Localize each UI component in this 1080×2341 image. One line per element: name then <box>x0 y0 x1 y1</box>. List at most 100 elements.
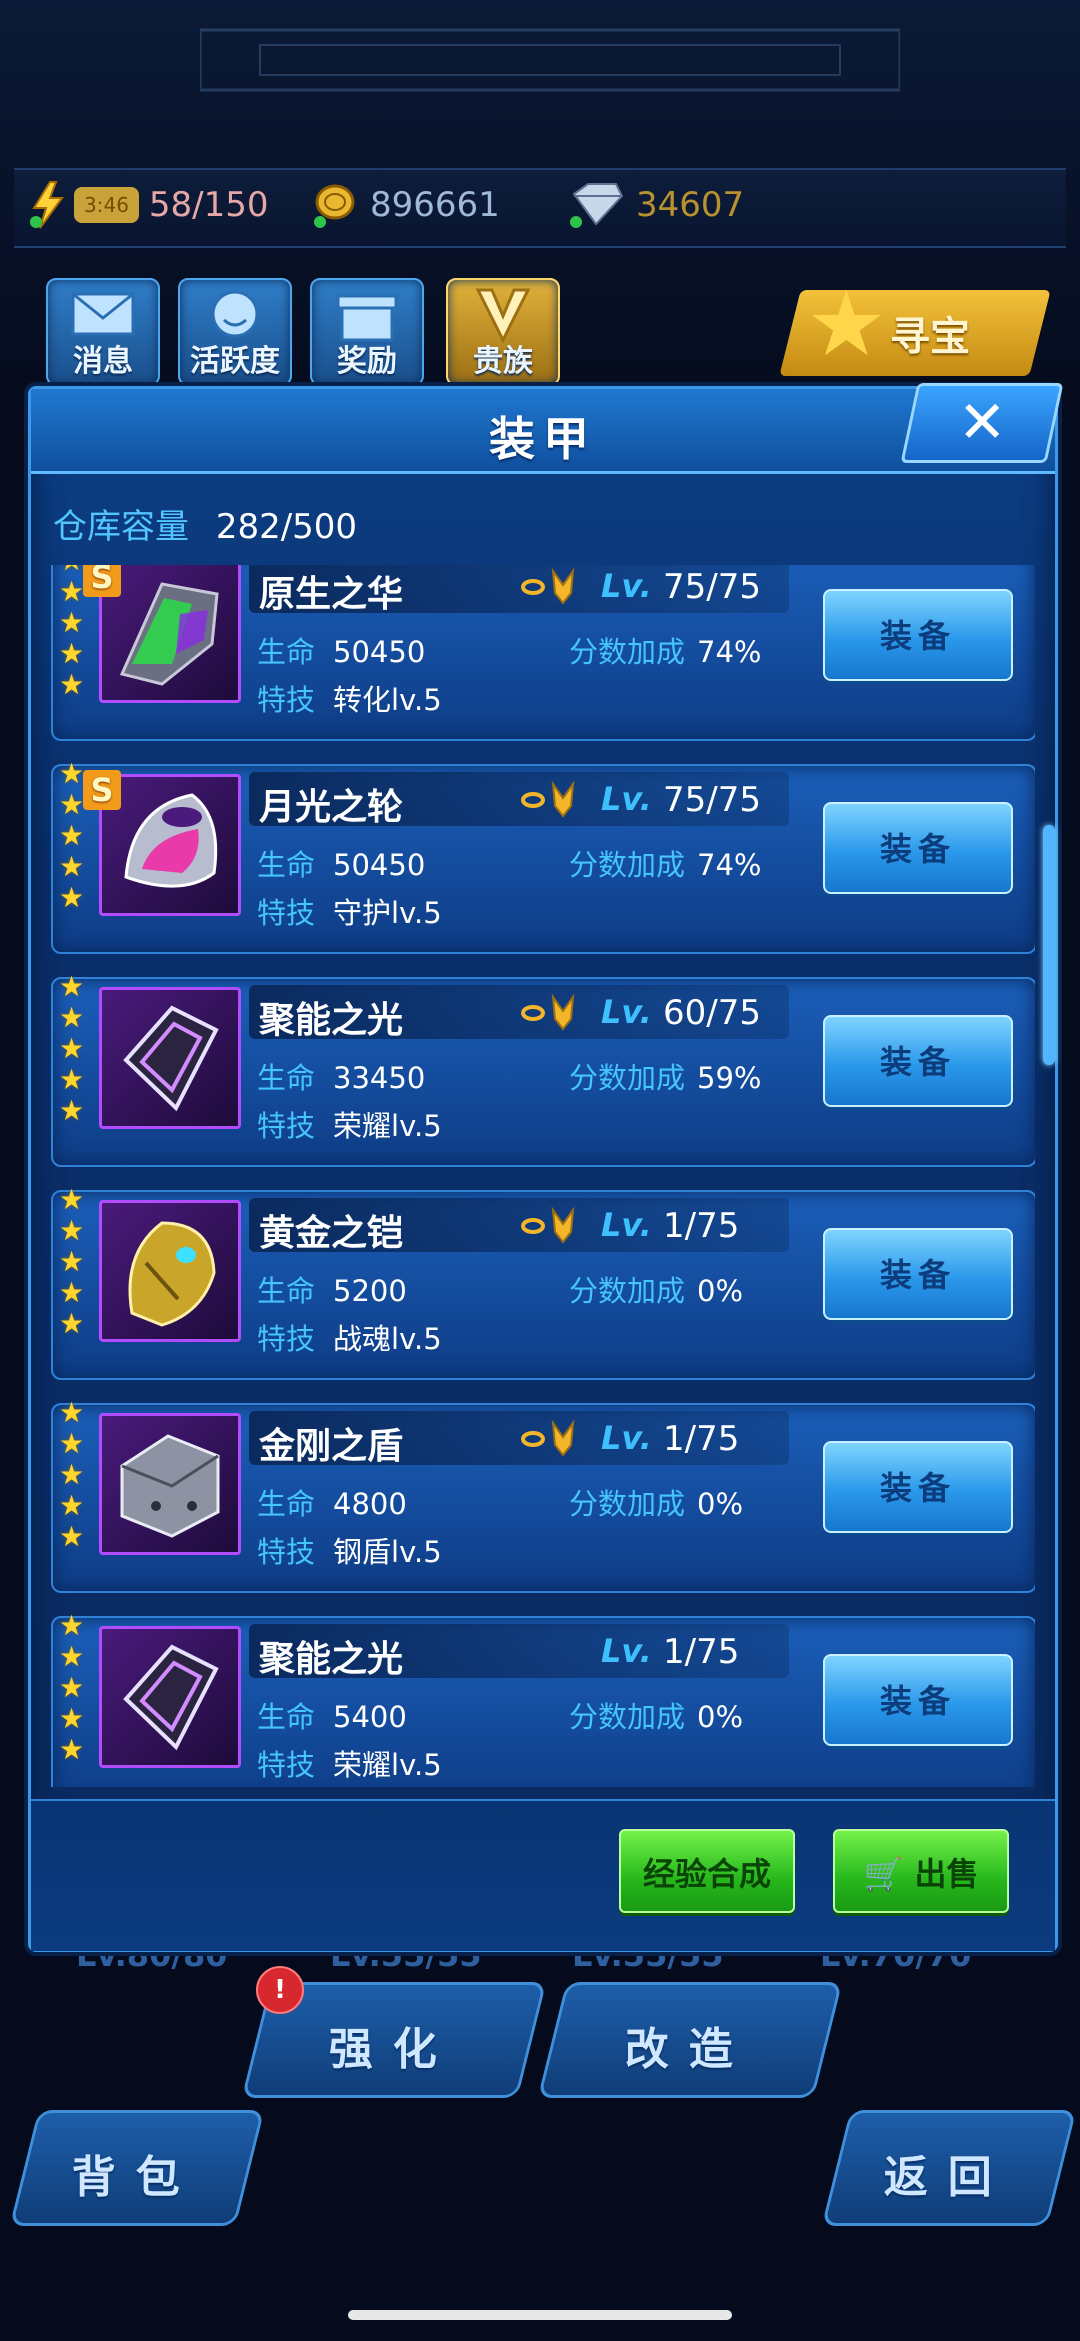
item-level: 1/75 <box>663 1419 740 1459</box>
skill-value: 守护lv.5 <box>333 896 442 930</box>
sell-text: 出售 <box>914 1855 979 1893</box>
armor-item[interactable]: ★ ★ ★ ★ ★ 聚能之光 Lv. 1/75 生命 5400 分数加成 0% 特技 荣耀lv… <box>51 1610 1035 1787</box>
diamond-resource[interactable]: 34607 <box>566 180 744 230</box>
moon-wheel-icon <box>124 793 218 888</box>
skill-value: 荣耀lv.5 <box>333 1748 442 1782</box>
forge-button[interactable]: 改造 <box>537 1982 843 2098</box>
equip-button[interactable]: 装备 <box>823 1228 1013 1320</box>
skill-label: 特技 <box>257 1535 316 1569</box>
warehouse-capacity: 仓库容量 282/500 <box>53 499 357 548</box>
armor-item[interactable]: ★ ★ ★ ★ ★ S 月光之轮 Lv. 75/75 生命 50450 分数加成… <box>51 758 1035 954</box>
item-namebar: 聚能之光 Lv. 60/75 <box>249 985 789 1041</box>
rank-badge: S <box>83 770 121 810</box>
armor-item[interactable]: ★ ★ ★ ★ ★ 聚能之光 Lv. 60/75 生命 33450 分数加成 59% 特技荣… <box>51 971 1035 1167</box>
star-icon: ★ <box>59 1671 85 1704</box>
star-icon: ★ <box>59 1427 85 1460</box>
armor-item[interactable]: ★ ★ ★ ★ ★ 金刚之盾 Lv. 1/75 生命 4800 分数加成 0% … <box>51 1397 1035 1593</box>
star-icon: ★ <box>59 1183 85 1216</box>
chain-wings-icon <box>521 780 575 818</box>
equip-label: 装备 <box>879 617 956 655</box>
energy-resource[interactable]: 3:46 58/150 <box>28 180 269 230</box>
item-skill: 特技 守护lv.5 <box>257 890 442 932</box>
star-icon: ★ <box>59 1001 85 1034</box>
resource-bar: 3:46 58/150 896661 34607 <box>14 168 1066 248</box>
star-icon: ★ <box>59 970 85 1003</box>
diamond-icon <box>570 183 624 228</box>
star-rating: ★★★★★ <box>59 971 89 1126</box>
star-icon: ★ <box>59 606 85 639</box>
sell-button[interactable]: 🛒 出售 <box>833 1829 1009 1913</box>
back-button[interactable]: 返回 <box>821 2110 1077 2226</box>
list-scrollbar[interactable] <box>1043 825 1055 1065</box>
hp-label: 生命 <box>257 1487 316 1521</box>
item-namebar: 原生之华 Lv. 75/75 <box>249 565 789 615</box>
diamond-value: 34607 <box>636 185 745 225</box>
armor-list[interactable]: ★★★★★ S 原生之华 Lv. 75/75 生命50450 分 <box>51 565 1035 1787</box>
armor-thumbnail <box>99 987 241 1129</box>
item-skill: 特技 战魂lv.5 <box>257 1316 442 1358</box>
skill-label: 特技 <box>257 896 316 930</box>
item-skill: 特技 荣耀lv.5 <box>257 1103 442 1145</box>
enhance-label: 强化 <box>328 2024 457 2075</box>
item-name: 原生之华 <box>259 574 404 615</box>
equip-button[interactable]: 装备 <box>823 589 1013 681</box>
bonus-label: 分数加成 <box>569 635 686 669</box>
rewards-button[interactable]: 奖励 <box>310 278 424 386</box>
equip-label: 装备 <box>879 1469 956 1507</box>
equip-button[interactable]: 装备 <box>823 1015 1013 1107</box>
forge-label: 改造 <box>624 2024 753 2075</box>
item-level: 1/75 <box>663 1206 740 1246</box>
star-icon: ★ <box>59 668 85 701</box>
activity-label: 活跃度 <box>190 344 280 379</box>
notification-badge: ! <box>256 1966 304 2014</box>
noble-button[interactable]: 贵族 <box>446 278 560 386</box>
green-armor-icon <box>119 582 219 686</box>
star-icon: ★ <box>59 637 85 670</box>
header-decoration <box>200 28 900 92</box>
bag-button[interactable]: 背包 <box>9 2110 265 2226</box>
item-bonus: 分数加成 0% <box>569 1268 743 1310</box>
energy-timer: 3:46 <box>74 187 139 223</box>
star-icon: ★ <box>59 1640 85 1673</box>
item-skill: 特技 荣耀lv.5 <box>257 1742 442 1784</box>
activity-button[interactable]: 活跃度 <box>178 278 292 386</box>
item-name: 聚能之光 <box>259 1000 404 1041</box>
golden-armor-icon <box>128 1221 216 1327</box>
star-icon: ★ <box>59 1702 85 1735</box>
item-bonus: 分数加成 0% <box>569 1481 743 1523</box>
equip-button[interactable]: 装备 <box>823 1654 1013 1746</box>
item-namebar: 月光之轮 Lv. 75/75 <box>249 772 789 828</box>
equip-button[interactable]: 装备 <box>823 802 1013 894</box>
home-indicator[interactable] <box>348 2310 732 2320</box>
star-icon: ★ <box>59 819 85 852</box>
bonus-value: 0% <box>697 1274 744 1308</box>
star-icon: ★ <box>59 1609 85 1642</box>
item-name: 黄金之铠 <box>259 1213 404 1254</box>
item-hp: 生命 50450 <box>257 629 425 671</box>
exp-merge-button[interactable]: 经验合成 <box>619 1829 795 1913</box>
item-hp: 生命 33450 <box>257 1055 425 1097</box>
bonus-label: 分数加成 <box>569 848 686 882</box>
hp-value: 5200 <box>333 1274 407 1308</box>
armor-item[interactable]: ★★★★★ 黄金之铠 Lv. 1/75 生命5200 分数加成0% <box>51 1184 1035 1380</box>
equip-button[interactable]: 装备 <box>823 1441 1013 1533</box>
gold-resource[interactable]: 896661 <box>310 180 500 230</box>
item-name: 金刚之盾 <box>259 1426 404 1467</box>
hp-label: 生命 <box>257 635 316 669</box>
item-bonus: 分数加成 59% <box>569 1055 761 1097</box>
sell-label: 🛒 出售 <box>835 1849 1007 1895</box>
equip-label: 装备 <box>879 1256 956 1294</box>
messages-button[interactable]: 消息 <box>46 278 160 386</box>
close-button[interactable]: ✕ <box>900 383 1064 463</box>
star-icon: ★ <box>59 1214 85 1247</box>
star-rating: ★★★★★ <box>59 1184 89 1339</box>
item-namebar: 聚能之光 Lv. 1/75 <box>249 1624 789 1680</box>
skill-value: 战魂lv.5 <box>333 1322 442 1356</box>
hp-value: 33450 <box>333 1061 426 1095</box>
star-icon: ★ <box>59 1458 85 1491</box>
item-skill: 特技 钢盾lv.5 <box>257 1529 442 1571</box>
armor-item[interactable]: ★★★★★ S 原生之华 Lv. 75/75 生命50450 分 <box>51 565 1035 741</box>
lv-tag: Lv. <box>601 1632 652 1670</box>
crystal-light-icon <box>123 1644 219 1751</box>
treasure-button[interactable]: ★ 寻宝 <box>779 272 1051 377</box>
